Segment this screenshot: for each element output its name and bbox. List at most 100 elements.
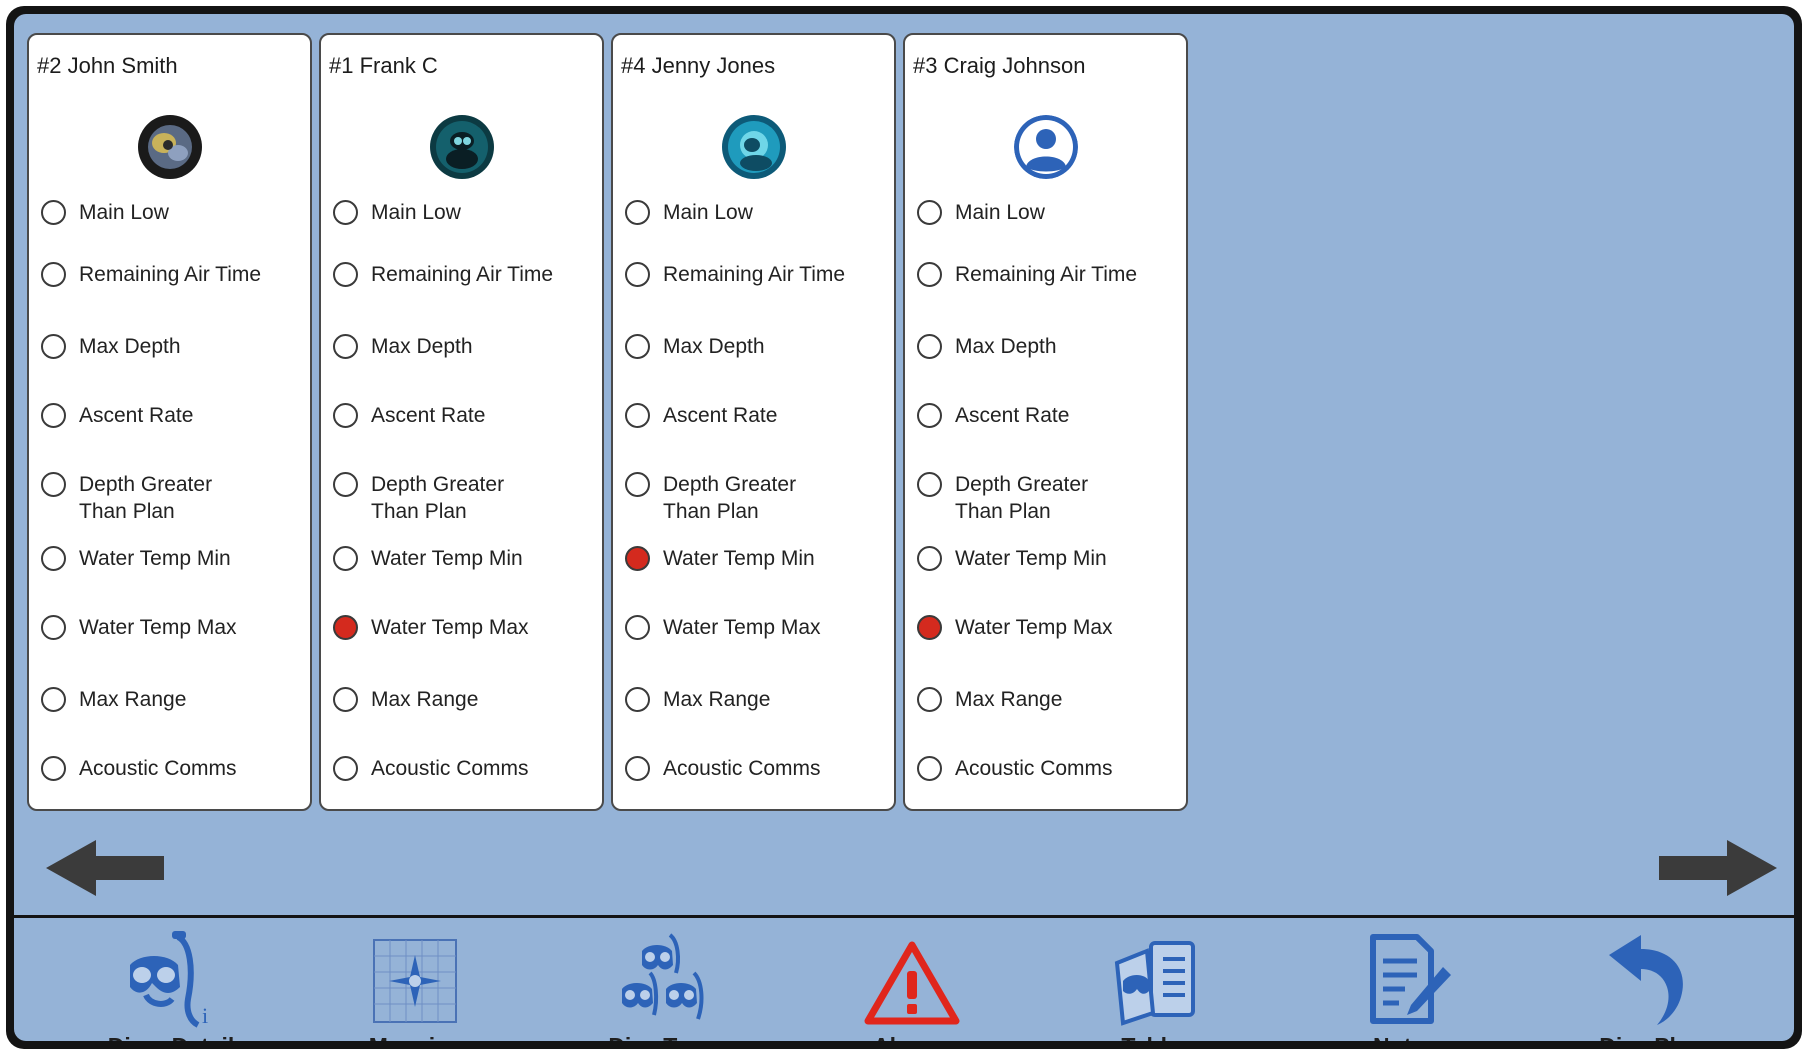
alarm-option[interactable]: Max Range bbox=[917, 687, 1180, 713]
alarm-option[interactable]: Main Low bbox=[625, 200, 888, 226]
radio-button[interactable] bbox=[333, 262, 358, 287]
left-arrow-icon[interactable] bbox=[46, 840, 166, 896]
radio-button[interactable] bbox=[333, 472, 358, 497]
alarm-option[interactable]: Ascent Rate bbox=[917, 403, 1180, 429]
alarm-option[interactable]: Max Depth bbox=[625, 334, 888, 360]
radio-button[interactable] bbox=[625, 262, 650, 287]
dive-team-icon bbox=[622, 933, 704, 1020]
radio-button[interactable] bbox=[625, 756, 650, 781]
toolbar-label: Mapping bbox=[341, 1033, 491, 1041]
radio-button[interactable] bbox=[625, 334, 650, 359]
right-arrow-icon[interactable] bbox=[1657, 840, 1777, 896]
diver-avatar[interactable] bbox=[721, 115, 786, 179]
alarm-label: Ascent Rate bbox=[663, 404, 778, 427]
toolbar-alarms-button[interactable]: Alarms bbox=[837, 929, 987, 1041]
radio-button[interactable] bbox=[333, 756, 358, 781]
radio-button[interactable] bbox=[41, 262, 66, 287]
alarm-option[interactable]: Ascent Rate bbox=[625, 403, 888, 429]
alarm-option[interactable]: Depth Greater Than Plan bbox=[917, 472, 1180, 525]
radio-button[interactable] bbox=[41, 472, 66, 497]
diver-avatar[interactable] bbox=[137, 115, 202, 179]
alarm-option[interactable]: Remaining Air Time bbox=[625, 262, 888, 288]
radio-button[interactable] bbox=[917, 687, 942, 712]
radio-button[interactable] bbox=[333, 687, 358, 712]
radio-button[interactable] bbox=[41, 615, 66, 640]
alarm-option[interactable]: Water Temp Min bbox=[333, 546, 596, 572]
alarm-label: Max Depth bbox=[79, 335, 181, 358]
alarm-option[interactable]: Max Range bbox=[625, 687, 888, 713]
alarm-option[interactable]: Depth Greater Than Plan bbox=[625, 472, 888, 525]
toolbar-tables-button[interactable]: Tables bbox=[1082, 929, 1232, 1041]
radio-button[interactable] bbox=[625, 200, 650, 225]
alarm-option[interactable]: Acoustic Comms bbox=[625, 756, 888, 782]
alarm-option[interactable]: Acoustic Comms bbox=[917, 756, 1180, 782]
alarm-option[interactable]: Remaining Air Time bbox=[333, 262, 596, 288]
alarm-option[interactable]: Max Range bbox=[41, 687, 304, 713]
radio-button[interactable] bbox=[333, 546, 358, 571]
radio-button[interactable] bbox=[917, 472, 942, 497]
alarm-option[interactable]: Water Temp Min bbox=[625, 546, 888, 572]
radio-button[interactable] bbox=[917, 403, 942, 428]
alarm-label: Main Low bbox=[371, 201, 461, 224]
diver-card: #1 Frank C Main Low Remaining Air Time Max … bbox=[319, 33, 604, 811]
radio-button[interactable] bbox=[917, 756, 942, 781]
radio-button[interactable] bbox=[333, 403, 358, 428]
alarm-label: Max Depth bbox=[663, 335, 765, 358]
alarm-option[interactable]: Max Depth bbox=[41, 334, 304, 360]
svg-text:i: i bbox=[202, 1003, 208, 1028]
alarm-option[interactable]: Main Low bbox=[41, 200, 304, 226]
radio-button[interactable] bbox=[625, 687, 650, 712]
alarm-option[interactable]: Acoustic Comms bbox=[41, 756, 304, 782]
toolbar-diver-detail-button[interactable]: i Diver Detail bbox=[96, 929, 246, 1041]
radio-button[interactable] bbox=[41, 546, 66, 571]
alarm-label: Acoustic Comms bbox=[663, 757, 821, 780]
alarm-option[interactable]: Max Depth bbox=[333, 334, 596, 360]
device-frame: #2 John Smith Main Low Remaining Air Time M… bbox=[6, 6, 1802, 1049]
alarm-label: Max Depth bbox=[955, 335, 1057, 358]
radio-button-selected[interactable] bbox=[333, 615, 358, 640]
toolbar-label: Alarms bbox=[837, 1033, 987, 1041]
alarm-option[interactable]: Depth Greater Than Plan bbox=[41, 472, 304, 525]
radio-button[interactable] bbox=[333, 334, 358, 359]
toolbar-mapping-button[interactable]: Mapping bbox=[341, 929, 491, 1041]
toolbar-divider bbox=[14, 915, 1794, 918]
alarm-option[interactable]: Water Temp Min bbox=[917, 546, 1180, 572]
toolbar-notes-button[interactable]: Notes bbox=[1330, 929, 1480, 1041]
alarm-option[interactable]: Water Temp Max bbox=[917, 615, 1180, 641]
radio-button[interactable] bbox=[917, 334, 942, 359]
alarm-option[interactable]: Max Depth bbox=[917, 334, 1180, 360]
alarm-option[interactable]: Ascent Rate bbox=[333, 403, 596, 429]
radio-button[interactable] bbox=[41, 756, 66, 781]
diver-avatar[interactable] bbox=[1013, 115, 1078, 179]
radio-button[interactable] bbox=[333, 200, 358, 225]
radio-button[interactable] bbox=[41, 200, 66, 225]
radio-button[interactable] bbox=[41, 334, 66, 359]
diver-avatar[interactable] bbox=[429, 115, 494, 179]
radio-button[interactable] bbox=[625, 472, 650, 497]
radio-button-selected[interactable] bbox=[625, 546, 650, 571]
alarm-option[interactable]: Remaining Air Time bbox=[41, 262, 304, 288]
alarm-option[interactable]: Remaining Air Time bbox=[917, 262, 1180, 288]
alarm-option[interactable]: Main Low bbox=[333, 200, 596, 226]
alarm-option[interactable]: Max Range bbox=[333, 687, 596, 713]
alarm-option[interactable]: Water Temp Max bbox=[41, 615, 304, 641]
toolbar-dive-team-button[interactable]: Dive Team bbox=[590, 929, 740, 1041]
radio-button[interactable] bbox=[41, 687, 66, 712]
alarm-option[interactable]: Water Temp Max bbox=[333, 615, 596, 641]
alarm-label: Acoustic Comms bbox=[79, 757, 237, 780]
radio-button[interactable] bbox=[917, 546, 942, 571]
alarm-option[interactable]: Water Temp Max bbox=[625, 615, 888, 641]
alarm-option[interactable]: Water Temp Min bbox=[41, 546, 304, 572]
radio-button[interactable] bbox=[41, 403, 66, 428]
radio-button[interactable] bbox=[917, 200, 942, 225]
alarm-option[interactable]: Ascent Rate bbox=[41, 403, 304, 429]
diver-name: #2 John Smith bbox=[37, 53, 178, 78]
radio-button[interactable] bbox=[917, 262, 942, 287]
radio-button[interactable] bbox=[625, 403, 650, 428]
radio-button-selected[interactable] bbox=[917, 615, 942, 640]
alarm-option[interactable]: Depth Greater Than Plan bbox=[333, 472, 596, 525]
radio-button[interactable] bbox=[625, 615, 650, 640]
alarm-option[interactable]: Acoustic Comms bbox=[333, 756, 596, 782]
toolbar-dive-plan-button[interactable]: Dive Plan bbox=[1576, 929, 1726, 1041]
alarm-option[interactable]: Main Low bbox=[917, 200, 1180, 226]
